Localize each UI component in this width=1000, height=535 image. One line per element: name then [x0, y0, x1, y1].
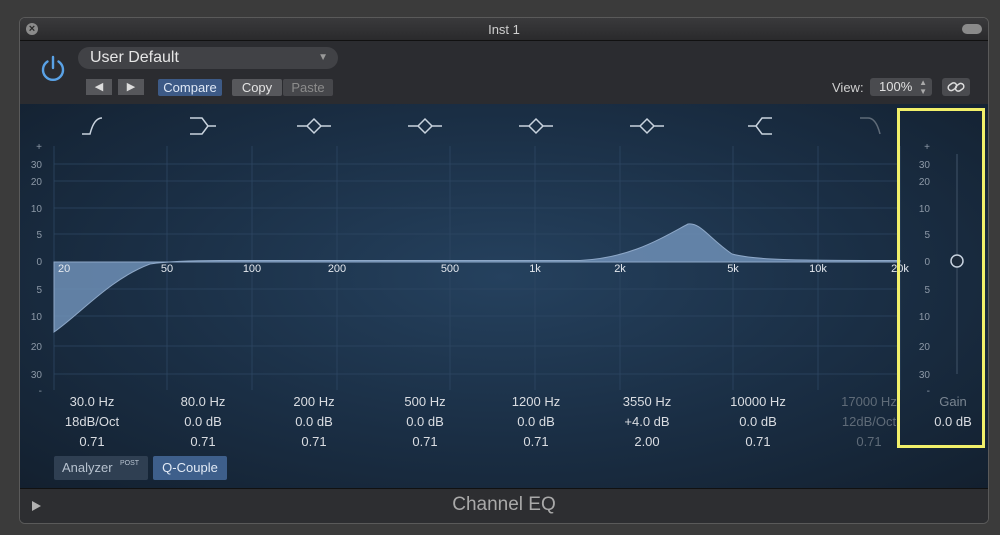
bell-icon[interactable] [519, 117, 553, 135]
bell-icon[interactable] [630, 117, 664, 135]
db-tick-label: 5 [36, 285, 42, 296]
band-q[interactable]: 0.71 [380, 432, 470, 452]
band-frequency[interactable]: 80.0 Hz [158, 392, 248, 412]
db-tick-label: 0 [36, 257, 42, 268]
db-scale: +30 20 10 5 0 5 10 20 30 - [31, 142, 43, 394]
db-tick-label: 5 [36, 230, 42, 241]
title-bar: × Inst 1 [20, 18, 988, 41]
band-6-params[interactable]: 3550 Hz +4.0 dB 2.00 [602, 392, 692, 452]
link-button[interactable] [942, 78, 970, 96]
copy-button[interactable]: Copy [232, 79, 282, 96]
view-zoom-select[interactable]: 100% ▲ ▼ [870, 78, 932, 96]
freq-tick-label: 500 [441, 263, 459, 275]
eq-display[interactable]: +30 20 10 5 0 5 10 20 30- 20 50 100 200 500 1k 2k 5k 10k… [20, 104, 988, 488]
freq-tick-label: 1k [529, 263, 541, 275]
band-q[interactable]: 0.71 [158, 432, 248, 452]
band-frequency[interactable]: 3550 Hz [602, 392, 692, 412]
power-icon[interactable] [38, 53, 68, 83]
band-q[interactable]: 2.00 [602, 432, 692, 452]
db-tick-label: 30 [31, 370, 43, 381]
band-3-params[interactable]: 200 Hz 0.0 dB 0.71 [269, 392, 359, 452]
freq-tick-label: 2k [614, 263, 626, 275]
band-1-params[interactable]: 30.0 Hz 18dB/Oct 0.71 [47, 392, 137, 452]
window-title: Inst 1 [488, 22, 520, 37]
db-tick-label: - [39, 386, 42, 394]
stepper-icon: ▲ ▼ [919, 78, 927, 96]
db-tick-label: 20 [31, 342, 43, 353]
frequency-labels: 20 50 100 200 500 1k 2k 5k 10k 20k [58, 263, 909, 275]
band-gain[interactable]: +4.0 dB [602, 412, 692, 432]
analyzer-button[interactable]: Analyzer POST [54, 456, 148, 480]
band-gain[interactable]: 0.0 dB [158, 412, 248, 432]
freq-tick-label: 10k [809, 263, 827, 275]
freq-tick-label: 50 [161, 263, 173, 275]
bell-icon[interactable] [408, 117, 442, 135]
plugin-header: User Default ▼ ◀ ▶ Compare Copy Paste Vi… [20, 41, 988, 104]
band-4-params[interactable]: 500 Hz 0.0 dB 0.71 [380, 392, 470, 452]
band-type-icons[interactable] [82, 117, 881, 135]
plugin-footer: Channel EQ [20, 488, 988, 523]
view-zoom-value: 100% [879, 79, 913, 94]
db-tick-label: + [36, 142, 42, 153]
db-tick-label: 30 [31, 160, 43, 171]
band-frequency[interactable]: 200 Hz [269, 392, 359, 412]
preset-menu[interactable]: User Default ▼ [78, 47, 338, 69]
band-frequency[interactable]: 500 Hz [380, 392, 470, 412]
low-cut-icon[interactable] [82, 117, 103, 135]
eq-graph[interactable]: +302010505102030- 20 50 100 200 500 1k 2k 5k 10k… [20, 104, 988, 394]
db-tick-label: 10 [31, 312, 43, 323]
gain-highlight-box [897, 108, 985, 448]
plugin-window: × Inst 1 User Default ▼ ◀ ▶ Compare Copy… [19, 17, 989, 524]
db-tick-label: 10 [31, 204, 43, 215]
band-gain[interactable]: 0.0 dB [269, 412, 359, 432]
high-cut-icon[interactable] [860, 117, 881, 135]
freq-tick-label: 100 [243, 263, 261, 275]
band-2-params[interactable]: 80.0 Hz 0.0 dB 0.71 [158, 392, 248, 452]
high-shelf-icon[interactable] [748, 117, 772, 135]
preset-label: User Default [90, 49, 179, 66]
freq-tick-label: 200 [328, 263, 346, 275]
band-gain[interactable]: 18dB/Oct [47, 412, 137, 432]
previous-preset-button[interactable]: ◀ [86, 79, 112, 95]
plugin-name: Channel EQ [452, 494, 556, 515]
db-tick-label: 20 [31, 177, 43, 188]
link-icon [947, 82, 965, 92]
band-q[interactable]: 0.71 [713, 432, 803, 452]
compare-button[interactable]: Compare [158, 79, 222, 96]
bell-icon[interactable] [297, 117, 331, 135]
next-preset-button[interactable]: ▶ [118, 79, 144, 95]
paste-button[interactable]: Paste [283, 79, 333, 96]
band-5-params[interactable]: 1200 Hz 0.0 dB 0.71 [491, 392, 581, 452]
view-label: View: [832, 80, 864, 95]
band-gain[interactable]: 0.0 dB [713, 412, 803, 432]
band-gain[interactable]: 0.0 dB [491, 412, 581, 432]
freq-tick-label: 20 [58, 263, 70, 275]
freq-tick-label: 5k [727, 263, 739, 275]
low-shelf-icon[interactable] [190, 117, 216, 135]
grid-lines [53, 146, 901, 390]
q-couple-button[interactable]: Q-Couple [153, 456, 227, 480]
band-frequency[interactable]: 10000 Hz [713, 392, 803, 412]
band-q[interactable]: 0.71 [269, 432, 359, 452]
band-frequency[interactable]: 1200 Hz [491, 392, 581, 412]
chevron-down-icon: ▼ [318, 52, 328, 63]
band-frequency[interactable]: 30.0 Hz [47, 392, 137, 412]
analyzer-post-label: POST [120, 460, 140, 467]
band-gain[interactable]: 0.0 dB [380, 412, 470, 432]
band-q[interactable]: 0.71 [491, 432, 581, 452]
band-7-params[interactable]: 10000 Hz 0.0 dB 0.71 [713, 392, 803, 452]
window-toggle-button[interactable] [962, 24, 982, 34]
band-q[interactable]: 0.71 [47, 432, 137, 452]
analyzer-label: Analyzer [62, 460, 113, 475]
